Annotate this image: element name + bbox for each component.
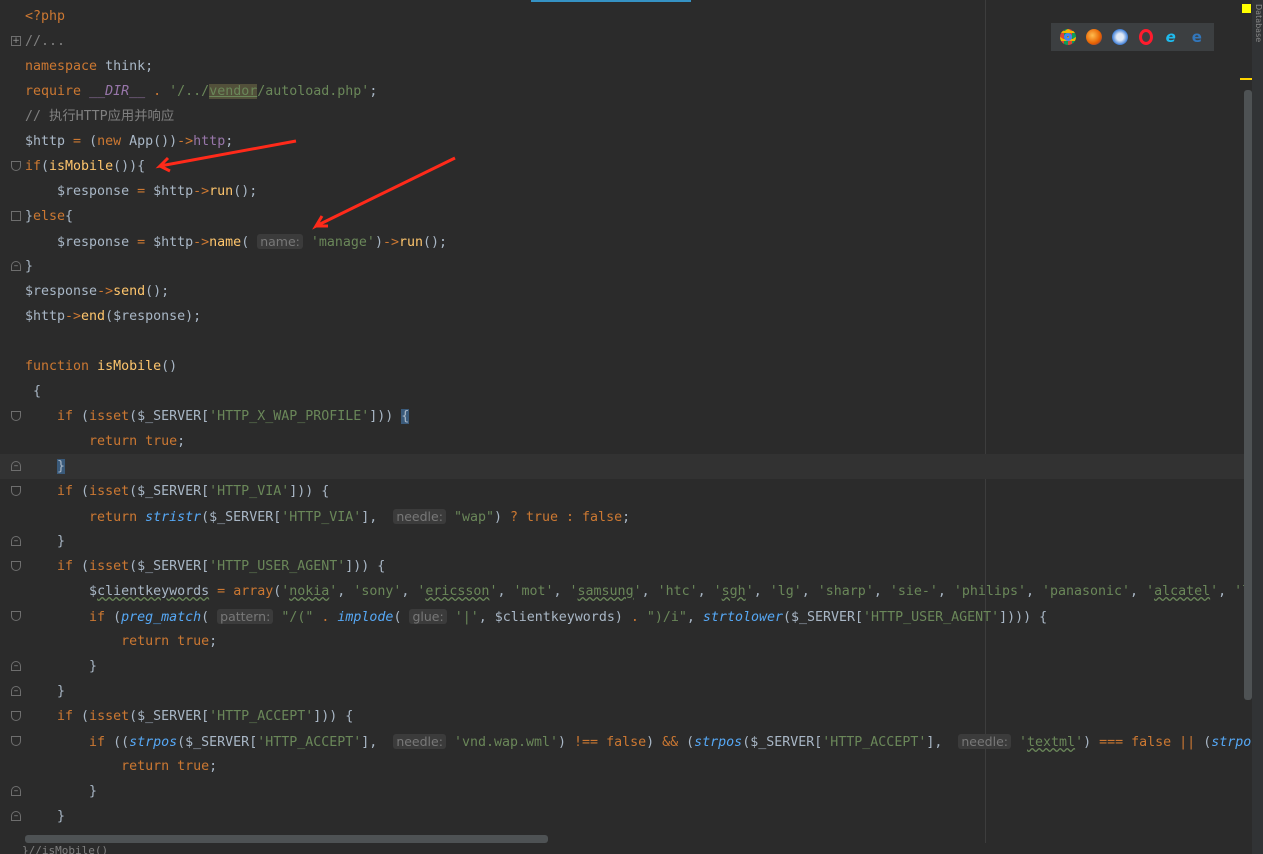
code-line-text: } — [25, 534, 66, 549]
fold-collapse-icon[interactable]: – — [11, 686, 21, 696]
fold-expand-icon[interactable]: + — [11, 36, 21, 46]
code-line-text: } — [25, 784, 98, 799]
code-line[interactable]: $response->send(); — [0, 279, 1252, 304]
code-line[interactable]: // 执行HTTP应用并响应 — [0, 104, 1252, 129]
fold-collapse-icon[interactable]: – — [11, 261, 21, 271]
code-line[interactable]: if (isset($_SERVER['HTTP_VIA'])) { — [0, 479, 1252, 504]
fold-collapse-icon[interactable]: – — [11, 536, 21, 546]
code-line-text: $response = $http->run(); — [25, 184, 258, 199]
fold-collapse-icon[interactable] — [11, 411, 21, 421]
fold-collapse-icon[interactable]: – — [11, 786, 21, 796]
code-line[interactable]: if (isset($_SERVER['HTTP_ACCEPT'])) { — [0, 704, 1252, 729]
opera-icon[interactable] — [1138, 29, 1153, 45]
safari-icon[interactable] — [1112, 29, 1129, 45]
horizontal-scrollbar[interactable] — [25, 835, 548, 843]
browser-preview-bar: e e — [1051, 23, 1214, 51]
code-line[interactable]: return true; — [0, 629, 1252, 654]
code-line[interactable]: – } — [0, 779, 1252, 804]
code-line-text: $clientkeywords = array('nokia', 'sony',… — [25, 584, 1252, 599]
code-line[interactable]: }else{ — [0, 204, 1252, 229]
code-line-text: return true; — [89, 434, 186, 449]
code-line[interactable]: –} — [0, 254, 1252, 279]
code-line[interactable]: if(isMobile()){ — [0, 154, 1252, 179]
next-line-peek: }//isMobile() — [0, 843, 1252, 854]
code-line-text: $http->end($response); — [25, 309, 202, 324]
code-line[interactable]: return stristr($_SERVER['HTTP_VIA'], nee… — [0, 504, 1252, 529]
fold-collapse-icon[interactable] — [11, 486, 21, 496]
code-line[interactable]: if (isset($_SERVER['HTTP_X_WAP_PROFILE']… — [0, 404, 1252, 429]
code-line-text: } — [25, 809, 66, 824]
code-line-text: function isMobile() — [25, 359, 178, 374]
code-line-text: return true; — [121, 759, 218, 774]
ie-icon[interactable]: e — [1163, 29, 1179, 45]
code-line[interactable]: require __DIR__ . '/../vendor/autoload.p… — [0, 79, 1252, 104]
active-tab-indicator — [531, 0, 691, 2]
vertical-scrollbar[interactable] — [1252, 0, 1263, 854]
code-line[interactable]: – } — [0, 529, 1252, 554]
next-line-text: }//isMobile() — [22, 844, 109, 854]
code-line-text: //... — [25, 34, 66, 49]
fold-collapse-icon[interactable]: – — [11, 811, 21, 821]
code-line-text: if (isset($_SERVER['HTTP_X_WAP_PROFILE']… — [57, 409, 410, 424]
fold-collapse-icon[interactable]: – — [11, 461, 21, 471]
code-line[interactable]: $response = $http->name( name: 'manage')… — [0, 229, 1252, 254]
code-line[interactable]: return true; — [0, 754, 1252, 779]
code-line-text: $response = $http->name( name: 'manage')… — [25, 234, 448, 250]
code-line-text: } — [57, 459, 66, 474]
code-line-text: if (isset($_SERVER['HTTP_ACCEPT'])) { — [57, 709, 354, 724]
fold-collapse-icon[interactable] — [11, 611, 21, 621]
code-line[interactable]: $http->end($response); — [0, 304, 1252, 329]
vertical-scroll-thumb[interactable] — [1244, 90, 1252, 700]
code-line[interactable]: $clientkeywords = array('nokia', 'sony',… — [0, 579, 1252, 604]
code-line[interactable]: return true; — [0, 429, 1252, 454]
code-line-text: { — [25, 384, 42, 399]
code-line[interactable]: $http = (new App())->http; — [0, 129, 1252, 154]
code-line-text: return true; — [121, 634, 218, 649]
code-line-text: $http = (new App())->http; — [25, 134, 234, 149]
code-line[interactable]: if ((strpos($_SERVER['HTTP_ACCEPT'], nee… — [0, 729, 1252, 754]
code-line[interactable]: if (preg_match( pattern: "/(" . implode(… — [0, 604, 1252, 629]
code-line-text: namespace think; — [25, 59, 154, 74]
code-line[interactable]: { — [0, 379, 1252, 404]
code-line[interactable]: – } — [0, 804, 1252, 829]
fold-collapse-icon[interactable] — [11, 211, 21, 221]
code-line-text: if (preg_match( pattern: "/(" . implode(… — [89, 609, 1048, 625]
code-line[interactable]: – } — [0, 654, 1252, 679]
code-line[interactable]: if (isset($_SERVER['HTTP_USER_AGENT'])) … — [0, 554, 1252, 579]
chrome-icon[interactable] — [1060, 29, 1077, 45]
code-line-text: <?php — [25, 9, 66, 24]
warning-stripe-marker[interactable] — [1240, 78, 1252, 80]
fold-collapse-icon[interactable] — [11, 161, 21, 171]
code-line[interactable]: $response = $http->run(); — [0, 179, 1252, 204]
code-line-text: } — [25, 659, 98, 674]
code-line-text: } — [25, 684, 66, 699]
database-side-tab[interactable]: Database — [1255, 4, 1263, 56]
code-line[interactable]: function isMobile() — [0, 354, 1252, 379]
code-line-text: if (isset($_SERVER['HTTP_VIA'])) { — [57, 484, 330, 499]
code-line-text: return stristr($_SERVER['HTTP_VIA'], nee… — [89, 509, 631, 525]
code-line-text: if(isMobile()){ — [25, 159, 146, 174]
code-editor[interactable]: <?php + //... namespace think; require __DIR… — [0, 4, 1252, 840]
code-line-text: $response->send(); — [25, 284, 170, 299]
code-line-text: if (isset($_SERVER['HTTP_USER_AGENT'])) … — [57, 559, 386, 574]
code-line-text: // 执行HTTP应用并响应 — [25, 109, 175, 124]
code-line-text: }else{ — [25, 209, 74, 224]
edge-icon[interactable]: e — [1189, 29, 1205, 45]
code-line[interactable]: namespace think; — [0, 54, 1252, 79]
firefox-icon[interactable] — [1086, 29, 1103, 45]
code-line[interactable] — [0, 329, 1252, 354]
fold-collapse-icon[interactable] — [11, 711, 21, 721]
fold-collapse-icon[interactable] — [11, 736, 21, 746]
fold-collapse-icon[interactable] — [11, 561, 21, 571]
code-line-text: require __DIR__ . '/../vendor/autoload.p… — [25, 84, 378, 99]
code-line[interactable]: – } — [0, 454, 1252, 479]
code-line[interactable]: – } — [0, 679, 1252, 704]
fold-collapse-icon[interactable]: – — [11, 661, 21, 671]
code-line-text: if ((strpos($_SERVER['HTTP_ACCEPT'], nee… — [89, 734, 1252, 750]
inspection-status-icon[interactable] — [1242, 4, 1251, 13]
code-line-text: } — [25, 259, 34, 274]
